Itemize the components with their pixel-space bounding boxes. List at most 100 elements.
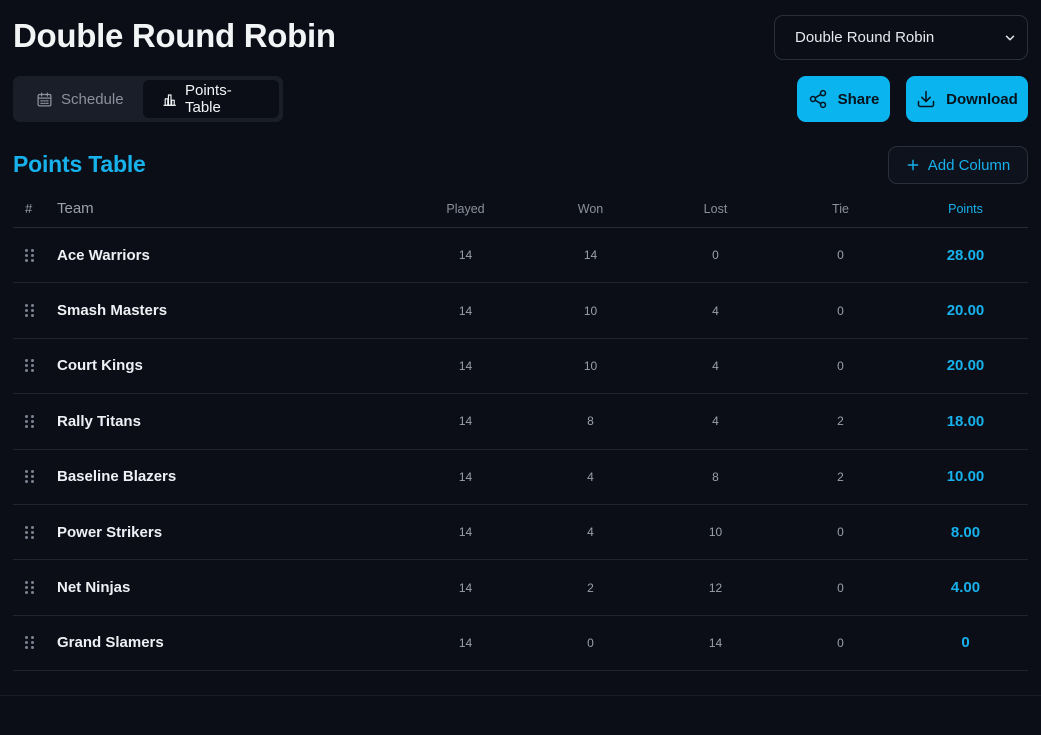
table-row: Power Strikers 14 4 10 0 8.00 (13, 505, 1028, 561)
table-row: Rally Titans 14 8 4 2 18.00 (13, 394, 1028, 450)
played-value: 14 (458, 358, 473, 373)
bar-chart-icon (162, 93, 176, 106)
chevron-down-icon (1005, 34, 1015, 41)
won-value: 10 (583, 358, 598, 373)
played-value: 14 (458, 525, 473, 540)
tie-value: 2 (837, 414, 844, 429)
table-header: # Team Played Won Lost Tie Points (13, 190, 1028, 228)
tie-value: 0 (837, 303, 844, 318)
drag-handle[interactable] (13, 304, 57, 318)
share-button-label: Share (837, 90, 880, 108)
header-lost: Lost (703, 201, 728, 216)
lost-value: 10 (708, 525, 723, 540)
tab-schedule-label: Schedule (61, 90, 124, 108)
download-button-label: Download (946, 90, 1018, 108)
team-name: Grand Slamers (57, 634, 164, 652)
played-value: 14 (458, 469, 473, 484)
points-value: 10.00 (946, 468, 985, 486)
tab-points-table-label: Points-Table (185, 82, 232, 116)
lost-value: 12 (708, 580, 723, 595)
points-value: 20.00 (946, 357, 985, 375)
divider (0, 695, 1041, 696)
tie-value: 0 (837, 525, 844, 540)
drag-handle[interactable] (13, 581, 57, 595)
header-won: Won (577, 201, 604, 216)
share-icon (809, 89, 826, 109)
download-icon (917, 90, 935, 108)
played-value: 14 (458, 414, 473, 429)
played-value: 14 (458, 580, 473, 595)
team-name: Baseline Blazers (57, 468, 177, 486)
drag-handle[interactable] (13, 525, 57, 539)
tournament-format-select[interactable]: Double Round Robin (774, 15, 1028, 60)
played-value: 14 (458, 303, 473, 318)
header-points: Points (948, 201, 983, 216)
drag-handle-icon (25, 359, 34, 373)
calendar-icon (37, 91, 52, 107)
tie-value: 0 (837, 580, 844, 595)
share-button[interactable]: Share (797, 76, 890, 122)
plus-icon (907, 159, 919, 171)
lost-value: 4 (712, 303, 719, 318)
header-index: # (25, 201, 33, 216)
team-name: Court Kings (57, 357, 143, 375)
drag-handle[interactable] (13, 414, 57, 428)
drag-handle-icon (25, 581, 34, 595)
won-value: 14 (583, 248, 598, 263)
drag-handle-icon (25, 525, 34, 539)
points-value: 18.00 (946, 412, 985, 430)
won-value: 8 (587, 414, 594, 429)
points-value: 4.00 (950, 579, 981, 597)
team-name: Power Strikers (57, 523, 163, 541)
won-value: 4 (587, 469, 594, 484)
points-table-title: Points Table (13, 151, 146, 177)
lost-value: 0 (712, 248, 719, 263)
view-tabs: Schedule Points-Table (13, 76, 283, 122)
lost-value: 14 (708, 635, 723, 650)
team-name: Rally Titans (57, 412, 141, 430)
points-value: 28.00 (946, 246, 985, 264)
points-value: 0 (961, 634, 970, 652)
lost-value: 4 (712, 414, 719, 429)
lost-value: 4 (712, 358, 719, 373)
points-table: # Team Played Won Lost Tie Points Ace Wa… (13, 190, 1028, 672)
table-row: Ace Warriors 14 14 0 0 28.00 (13, 228, 1028, 284)
tie-value: 0 (837, 635, 844, 650)
header-tie: Tie (832, 201, 849, 216)
team-name: Ace Warriors (57, 246, 150, 264)
played-value: 14 (458, 248, 473, 263)
table-row: Smash Masters 14 10 4 0 20.00 (13, 283, 1028, 339)
drag-handle[interactable] (13, 470, 57, 484)
won-value: 4 (587, 525, 594, 540)
tab-points-table[interactable]: Points-Table (142, 80, 279, 118)
played-value: 14 (458, 635, 473, 650)
download-button[interactable]: Download (906, 76, 1028, 122)
drag-handle[interactable] (13, 248, 57, 262)
add-column-button[interactable]: Add Column (888, 146, 1028, 184)
won-value: 2 (587, 580, 594, 595)
tie-value: 2 (837, 469, 844, 484)
tie-value: 0 (837, 358, 844, 373)
drag-handle-icon (25, 470, 34, 484)
points-value: 8.00 (950, 523, 981, 541)
table-row: Court Kings 14 10 4 0 20.00 (13, 339, 1028, 395)
drag-handle[interactable] (13, 636, 57, 650)
points-value: 20.00 (946, 302, 985, 320)
lost-value: 8 (712, 469, 719, 484)
drag-handle-icon (25, 248, 34, 262)
won-value: 10 (583, 303, 598, 318)
table-body: Ace Warriors 14 14 0 0 28.00 Smash Masters 14 10… (13, 228, 1028, 672)
table-row: Net Ninjas 14 2 12 0 4.00 (13, 560, 1028, 616)
won-value: 0 (587, 635, 594, 650)
drag-handle-icon (25, 636, 34, 650)
table-row: Grand Slamers 14 0 14 0 0 (13, 616, 1028, 672)
drag-handle[interactable] (13, 359, 57, 373)
tab-schedule[interactable]: Schedule (17, 80, 143, 118)
header-team: Team (57, 200, 94, 217)
table-row: Baseline Blazers 14 4 8 2 10.00 (13, 450, 1028, 505)
drag-handle-icon (25, 414, 34, 428)
drag-handle-icon (25, 304, 34, 318)
format-select-value: Double Round Robin (795, 29, 935, 46)
team-name: Net Ninjas (57, 579, 131, 597)
team-name: Smash Masters (57, 302, 168, 320)
